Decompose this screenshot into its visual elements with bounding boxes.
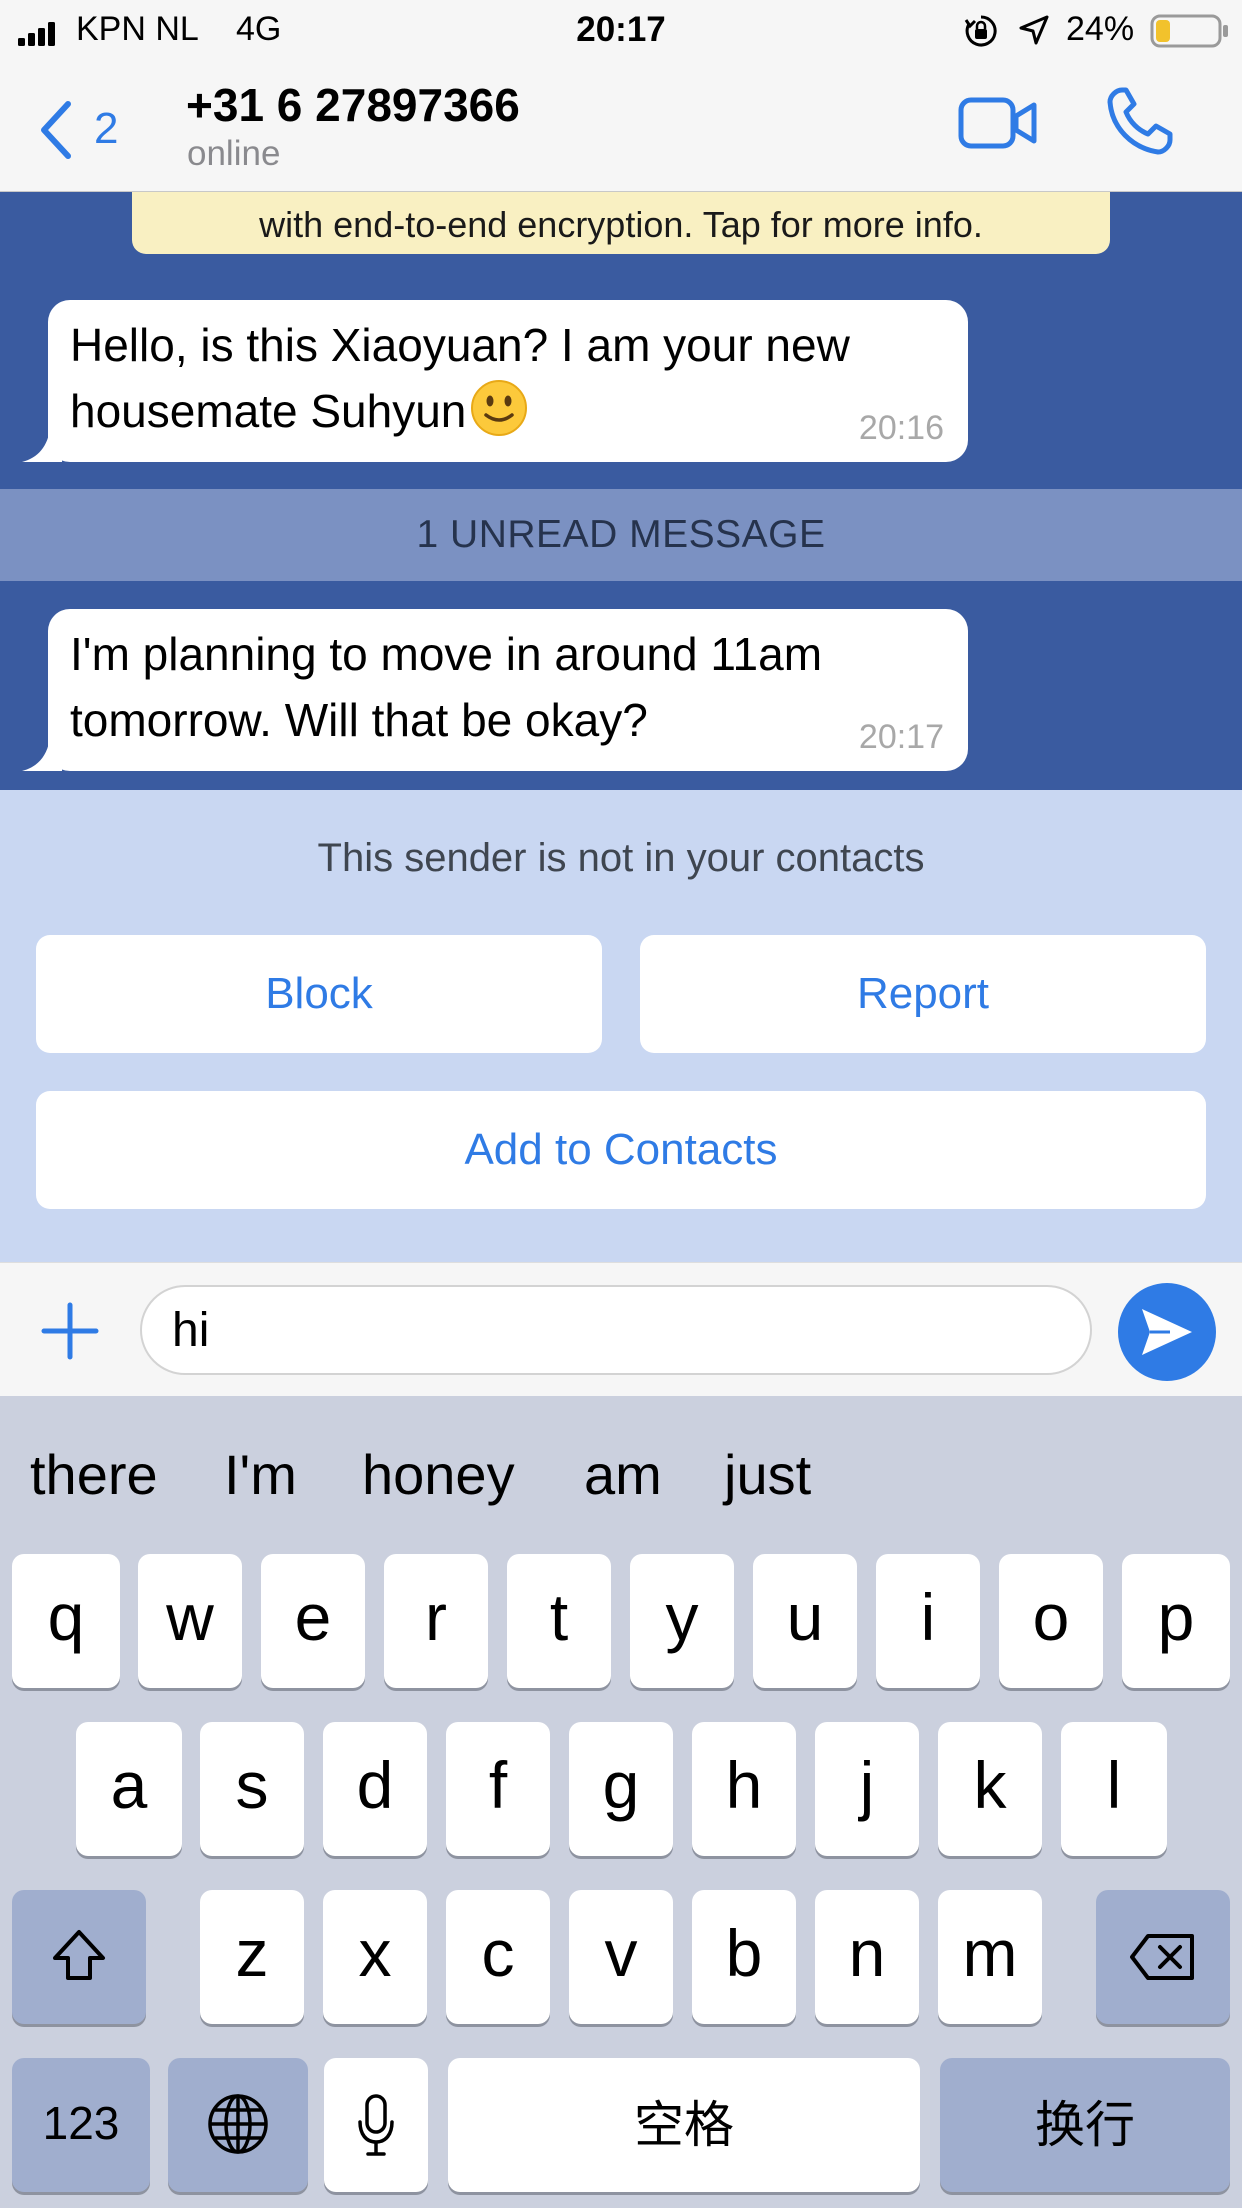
- suggestion-item[interactable]: just: [724, 1442, 811, 1507]
- message-list[interactable]: with end-to-end encryption. Tap for more…: [0, 192, 1242, 790]
- key-w[interactable]: w: [138, 1554, 242, 1688]
- key-z[interactable]: z: [200, 1890, 304, 2024]
- key-k[interactable]: k: [938, 1722, 1042, 1856]
- report-button[interactable]: Report: [640, 935, 1206, 1053]
- send-button[interactable]: [1118, 1283, 1216, 1381]
- unknown-sender-panel: This sender is not in your contacts Bloc…: [0, 790, 1242, 1262]
- clock: 20:17: [576, 10, 666, 49]
- delete-key[interactable]: [1096, 1890, 1230, 2024]
- plus-icon[interactable]: [40, 1301, 100, 1361]
- phone-call-icon[interactable]: [1104, 84, 1176, 158]
- bubble-tail: [22, 428, 62, 462]
- bubble-tail: [22, 737, 62, 771]
- message-time: 20:16: [858, 409, 944, 447]
- space-key[interactable]: 空格: [448, 2058, 920, 2192]
- key-f[interactable]: f: [446, 1722, 550, 1856]
- key-d[interactable]: d: [323, 1722, 427, 1856]
- incoming-message[interactable]: Hello, is this Xiaoyuan? I am your new h…: [22, 300, 968, 462]
- key-t[interactable]: t: [507, 1554, 611, 1688]
- location-arrow-icon: [1019, 15, 1049, 45]
- suggestion-item[interactable]: am: [584, 1442, 662, 1507]
- backspace-icon: [1130, 1934, 1194, 1980]
- back-button[interactable]: 2: [30, 88, 140, 168]
- keyboard: there I'm honey am just q w e r t y u i …: [0, 1396, 1242, 2208]
- chat-header: 2 +31 6 27897366 online: [0, 62, 1242, 192]
- shift-key[interactable]: [12, 1890, 146, 2024]
- key-i[interactable]: i: [876, 1554, 980, 1688]
- key-c[interactable]: c: [446, 1890, 550, 2024]
- encryption-notice[interactable]: with end-to-end encryption. Tap for more…: [132, 192, 1110, 254]
- predictive-suggestions-bar: there I'm honey am just: [0, 1396, 1242, 1556]
- message-input[interactable]: [140, 1285, 1092, 1375]
- key-m[interactable]: m: [938, 1890, 1042, 2024]
- key-j[interactable]: j: [815, 1722, 919, 1856]
- globe-key[interactable]: [168, 2058, 308, 2192]
- video-call-icon[interactable]: [958, 88, 1038, 158]
- key-h[interactable]: h: [692, 1722, 796, 1856]
- suggestion-item[interactable]: I'm: [224, 1442, 297, 1507]
- unread-banner-text: 1 UNREAD MESSAGE: [416, 513, 826, 556]
- dictation-key[interactable]: [324, 2058, 428, 2192]
- key-g[interactable]: g: [569, 1722, 673, 1856]
- suggestion-item[interactable]: there: [30, 1442, 158, 1507]
- unknown-sender-note: This sender is not in your contacts: [317, 836, 925, 880]
- key-l[interactable]: l: [1061, 1722, 1167, 1856]
- suggestion-item[interactable]: honey: [362, 1442, 515, 1507]
- key-o[interactable]: o: [999, 1554, 1103, 1688]
- status-bar: KPN NL 4G 20:17 24%: [0, 0, 1242, 62]
- key-e[interactable]: e: [261, 1554, 365, 1688]
- message-time: 20:17: [858, 718, 944, 756]
- microphone-icon: [358, 2094, 394, 2156]
- key-v[interactable]: v: [569, 1890, 673, 2024]
- message-text: Hello, is this Xiaoyuan? I am your new h…: [70, 319, 850, 437]
- incoming-message[interactable]: I'm planning to move in around 11am tomo…: [22, 609, 968, 771]
- numbers-key[interactable]: 123: [12, 2058, 150, 2192]
- contact-name[interactable]: +31 6 27897366: [186, 78, 520, 132]
- globe-icon: [208, 2094, 268, 2154]
- encryption-notice-text: with end-to-end encryption. Tap for more…: [259, 204, 983, 245]
- send-icon: [1142, 1309, 1192, 1355]
- key-x[interactable]: x: [323, 1890, 427, 2024]
- key-s[interactable]: s: [200, 1722, 304, 1856]
- slightly-smiling-face-icon: [471, 380, 528, 436]
- add-to-contacts-button[interactable]: Add to Contacts: [36, 1091, 1206, 1209]
- key-b[interactable]: b: [692, 1890, 796, 2024]
- composer-bar: [0, 1262, 1242, 1396]
- battery-percentage: 24%: [1066, 10, 1135, 48]
- return-key[interactable]: 换行: [940, 2058, 1230, 2192]
- unread-chats-count: 2: [94, 104, 119, 153]
- key-y[interactable]: y: [630, 1554, 734, 1688]
- key-p[interactable]: p: [1122, 1554, 1230, 1688]
- contact-status: online: [187, 134, 281, 173]
- battery-icon: [1150, 14, 1228, 48]
- chevron-left-icon: [41, 101, 71, 159]
- message-text: I'm planning to move in around 11am tomo…: [70, 628, 823, 746]
- key-u[interactable]: u: [753, 1554, 857, 1688]
- shift-icon: [53, 1930, 105, 1980]
- orientation-lock-icon: [964, 15, 997, 47]
- block-button[interactable]: Block: [36, 935, 602, 1053]
- key-q[interactable]: q: [12, 1554, 120, 1688]
- key-n[interactable]: n: [815, 1890, 919, 2024]
- key-r[interactable]: r: [384, 1554, 488, 1688]
- unread-messages-banner: 1 UNREAD MESSAGE: [0, 489, 1242, 581]
- key-a[interactable]: a: [76, 1722, 182, 1856]
